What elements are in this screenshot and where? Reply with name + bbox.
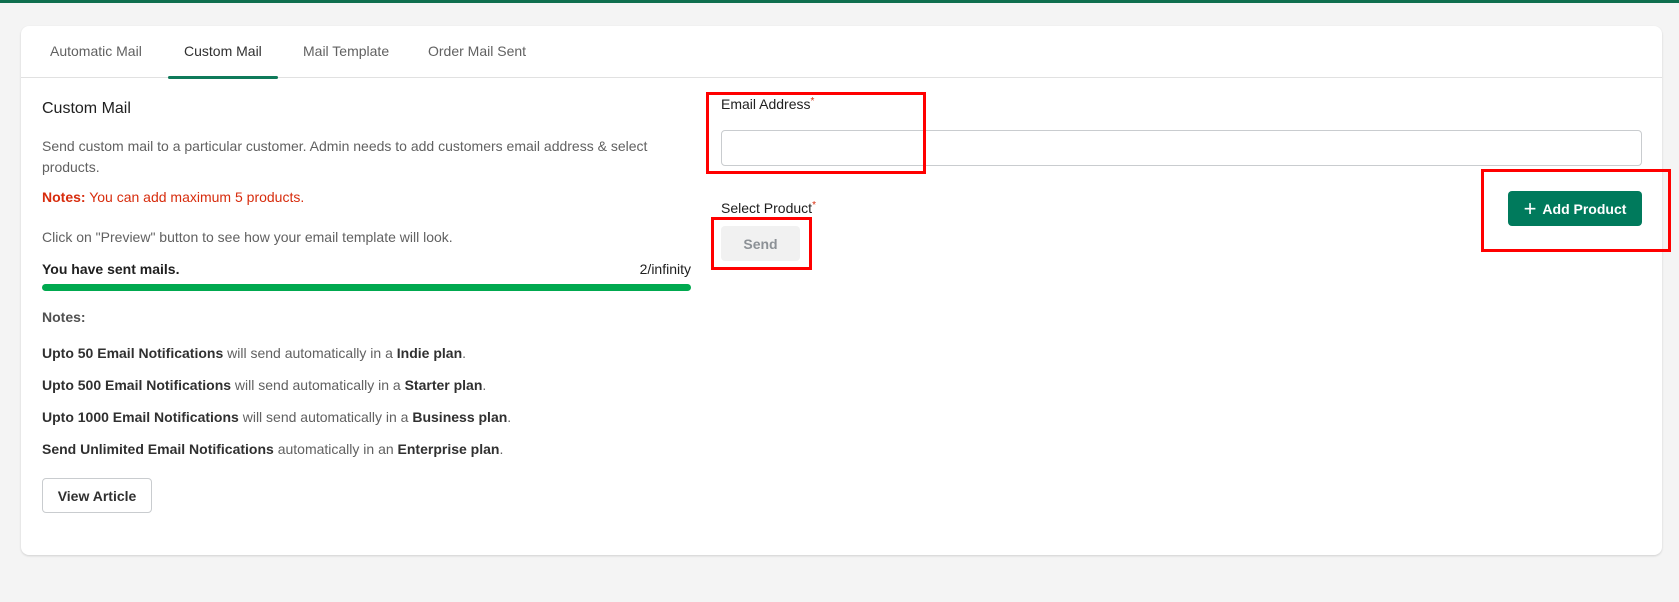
plan-name: Starter plan	[404, 377, 483, 393]
plan-note: Send Unlimited Email Notifications autom…	[42, 441, 503, 457]
plan-note-text: will send automatically in a	[231, 377, 405, 393]
email-input[interactable]	[721, 130, 1642, 166]
notes-label: Notes:	[42, 189, 86, 205]
plan-note-strong: Upto 50 Email Notifications	[42, 345, 224, 361]
sent-progress-bar	[42, 284, 691, 291]
preview-hint: Click on "Preview" button to see how you…	[42, 229, 453, 245]
sent-count: 2/infinity	[639, 261, 691, 277]
plan-note-text: automatically in an	[273, 441, 398, 457]
description: Send custom mail to a particular custome…	[42, 138, 648, 175]
plan-note-strong: Send Unlimited Email Notifications	[42, 441, 274, 457]
add-product-button[interactable]: + Add Product	[1508, 191, 1642, 226]
plan-note-strong: Upto 500 Email Notifications	[42, 377, 232, 393]
plan-note-end: .	[499, 441, 504, 457]
custom-mail-card: Automatic Mail Custom Mail Mail Template…	[21, 26, 1662, 555]
email-label: Email Address*	[721, 96, 814, 112]
add-product-label: Add Product	[1542, 200, 1627, 217]
email-label-text: Email Address	[721, 96, 811, 112]
plan-name: Indie plan	[396, 345, 463, 361]
plan-note: Upto 1000 Email Notifications will send …	[42, 409, 511, 425]
plan-note: Upto 50 Email Notifications will send au…	[42, 345, 466, 361]
plan-note-text: will send automatically in a	[223, 345, 397, 361]
notes-warning: Notes: You can add maximum 5 products.	[42, 189, 304, 205]
plan-note-strong: Upto 1000 Email Notifications	[42, 409, 239, 425]
required-marker: *	[812, 200, 816, 211]
tab-order-mail-sent[interactable]: Order Mail Sent	[428, 43, 526, 78]
required-marker: *	[810, 96, 815, 107]
view-article-button[interactable]: View Article	[42, 478, 152, 513]
top-accent-bar	[0, 0, 1679, 3]
plus-icon: +	[1523, 195, 1537, 221]
tab-mail-template[interactable]: Mail Template	[303, 43, 389, 78]
plan-note-end: .	[462, 345, 467, 361]
plan-name: Enterprise plan	[397, 441, 500, 457]
notes-text: You can add maximum 5 products.	[85, 189, 305, 205]
tab-automatic-mail[interactable]: Automatic Mail	[50, 43, 142, 78]
plan-note-text: will send automatically in a	[238, 409, 413, 425]
notes-heading: Notes:	[42, 309, 86, 325]
plan-note-end: .	[507, 409, 512, 425]
send-button[interactable]: Send	[721, 226, 800, 261]
tab-custom-mail[interactable]: Custom Mail	[168, 43, 278, 79]
tab-bar: Automatic Mail Custom Mail Mail Template…	[21, 26, 1662, 79]
section-title: Custom Mail	[42, 100, 131, 117]
plan-note: Upto 500 Email Notifications will send a…	[42, 377, 486, 393]
plan-note-end: .	[482, 377, 487, 393]
product-label-text: Select Product	[721, 200, 813, 216]
plan-name: Business plan	[412, 409, 508, 425]
sent-label: You have sent mails.	[42, 261, 180, 277]
product-label: Select Product*	[721, 200, 816, 216]
